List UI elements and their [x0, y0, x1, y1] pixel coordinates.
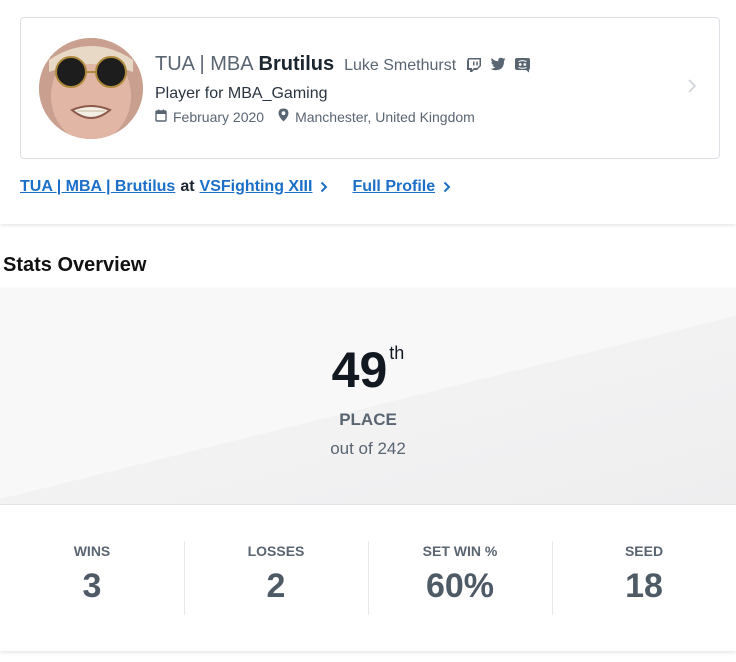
- stat-value: 18: [625, 567, 663, 605]
- chevron-right-icon[interactable]: [687, 78, 697, 99]
- entrant-link[interactable]: TUA | MBA | Brutilus: [20, 178, 175, 196]
- placement-panel: 49th PLACE out of 242: [0, 289, 736, 505]
- stat-set-win-percent: SET WIN % 60%: [368, 505, 552, 651]
- stat-label: WINS: [73, 543, 111, 559]
- name-row: TUA | MBA Brutilus Luke Smethurst: [155, 53, 531, 76]
- location: Manchester, United Kingdom: [278, 108, 475, 125]
- profile-box[interactable]: TUA | MBA Brutilus Luke Smethurst Player…: [20, 17, 720, 159]
- full-profile-link[interactable]: Full Profile: [352, 178, 435, 196]
- social-links: [466, 57, 531, 73]
- stat-label: LOSSES: [247, 543, 305, 559]
- profile-meta: February 2020 Manchester, United Kingdom: [155, 108, 489, 125]
- placement-suffix: th: [389, 343, 405, 363]
- placement-label: PLACE: [339, 410, 397, 429]
- placement-total: out of 242: [330, 439, 406, 458]
- real-name: Luke Smethurst: [344, 57, 457, 74]
- chevron-right-icon[interactable]: [443, 181, 451, 193]
- player-header-card: TUA | MBA Brutilus Luke Smethurst Player…: [0, 0, 736, 224]
- at-text: at: [180, 178, 195, 195]
- stat-seed: SEED 18: [552, 505, 736, 651]
- placement: 49th: [0, 341, 736, 399]
- location-pin-icon: [278, 108, 289, 125]
- stat-losses: LOSSES 2: [184, 505, 368, 651]
- stats-row: WINS 3 LOSSES 2 SET WIN % 60% SEED 18: [0, 505, 736, 651]
- stat-label: SET WIN %: [422, 543, 498, 559]
- stat-label: SEED: [624, 543, 664, 559]
- stat-value: 3: [82, 567, 102, 605]
- calendar-icon: [155, 109, 167, 125]
- sponsor-prefix: TUA | MBA: [155, 53, 254, 75]
- joined-text: February 2020: [173, 108, 265, 125]
- stats-card: 49th PLACE out of 242 WINS 3 LOSSES 2 SE…: [0, 289, 736, 651]
- discord-icon[interactable]: [514, 57, 531, 73]
- location-text: Manchester, United Kingdom: [295, 108, 475, 125]
- stat-value: 60%: [425, 567, 495, 605]
- stats-title: Stats Overview: [3, 254, 147, 276]
- twitter-icon[interactable]: [490, 57, 506, 73]
- twitch-icon[interactable]: [466, 57, 482, 73]
- stat-wins: WINS 3: [0, 505, 184, 651]
- profile-links: TUA | MBA | Brutilus at VSFighting XIII …: [20, 178, 475, 196]
- gamertag: Brutilus: [258, 53, 335, 75]
- chevron-right-icon[interactable]: [320, 181, 328, 193]
- team-affiliation: Player for MBA_Gaming: [155, 85, 328, 102]
- avatar: [39, 38, 143, 139]
- placement-number: 49: [331, 342, 388, 398]
- stat-value: 2: [266, 567, 286, 605]
- joined-date: February 2020: [155, 109, 264, 125]
- event-link[interactable]: VSFighting XIII: [200, 178, 313, 196]
